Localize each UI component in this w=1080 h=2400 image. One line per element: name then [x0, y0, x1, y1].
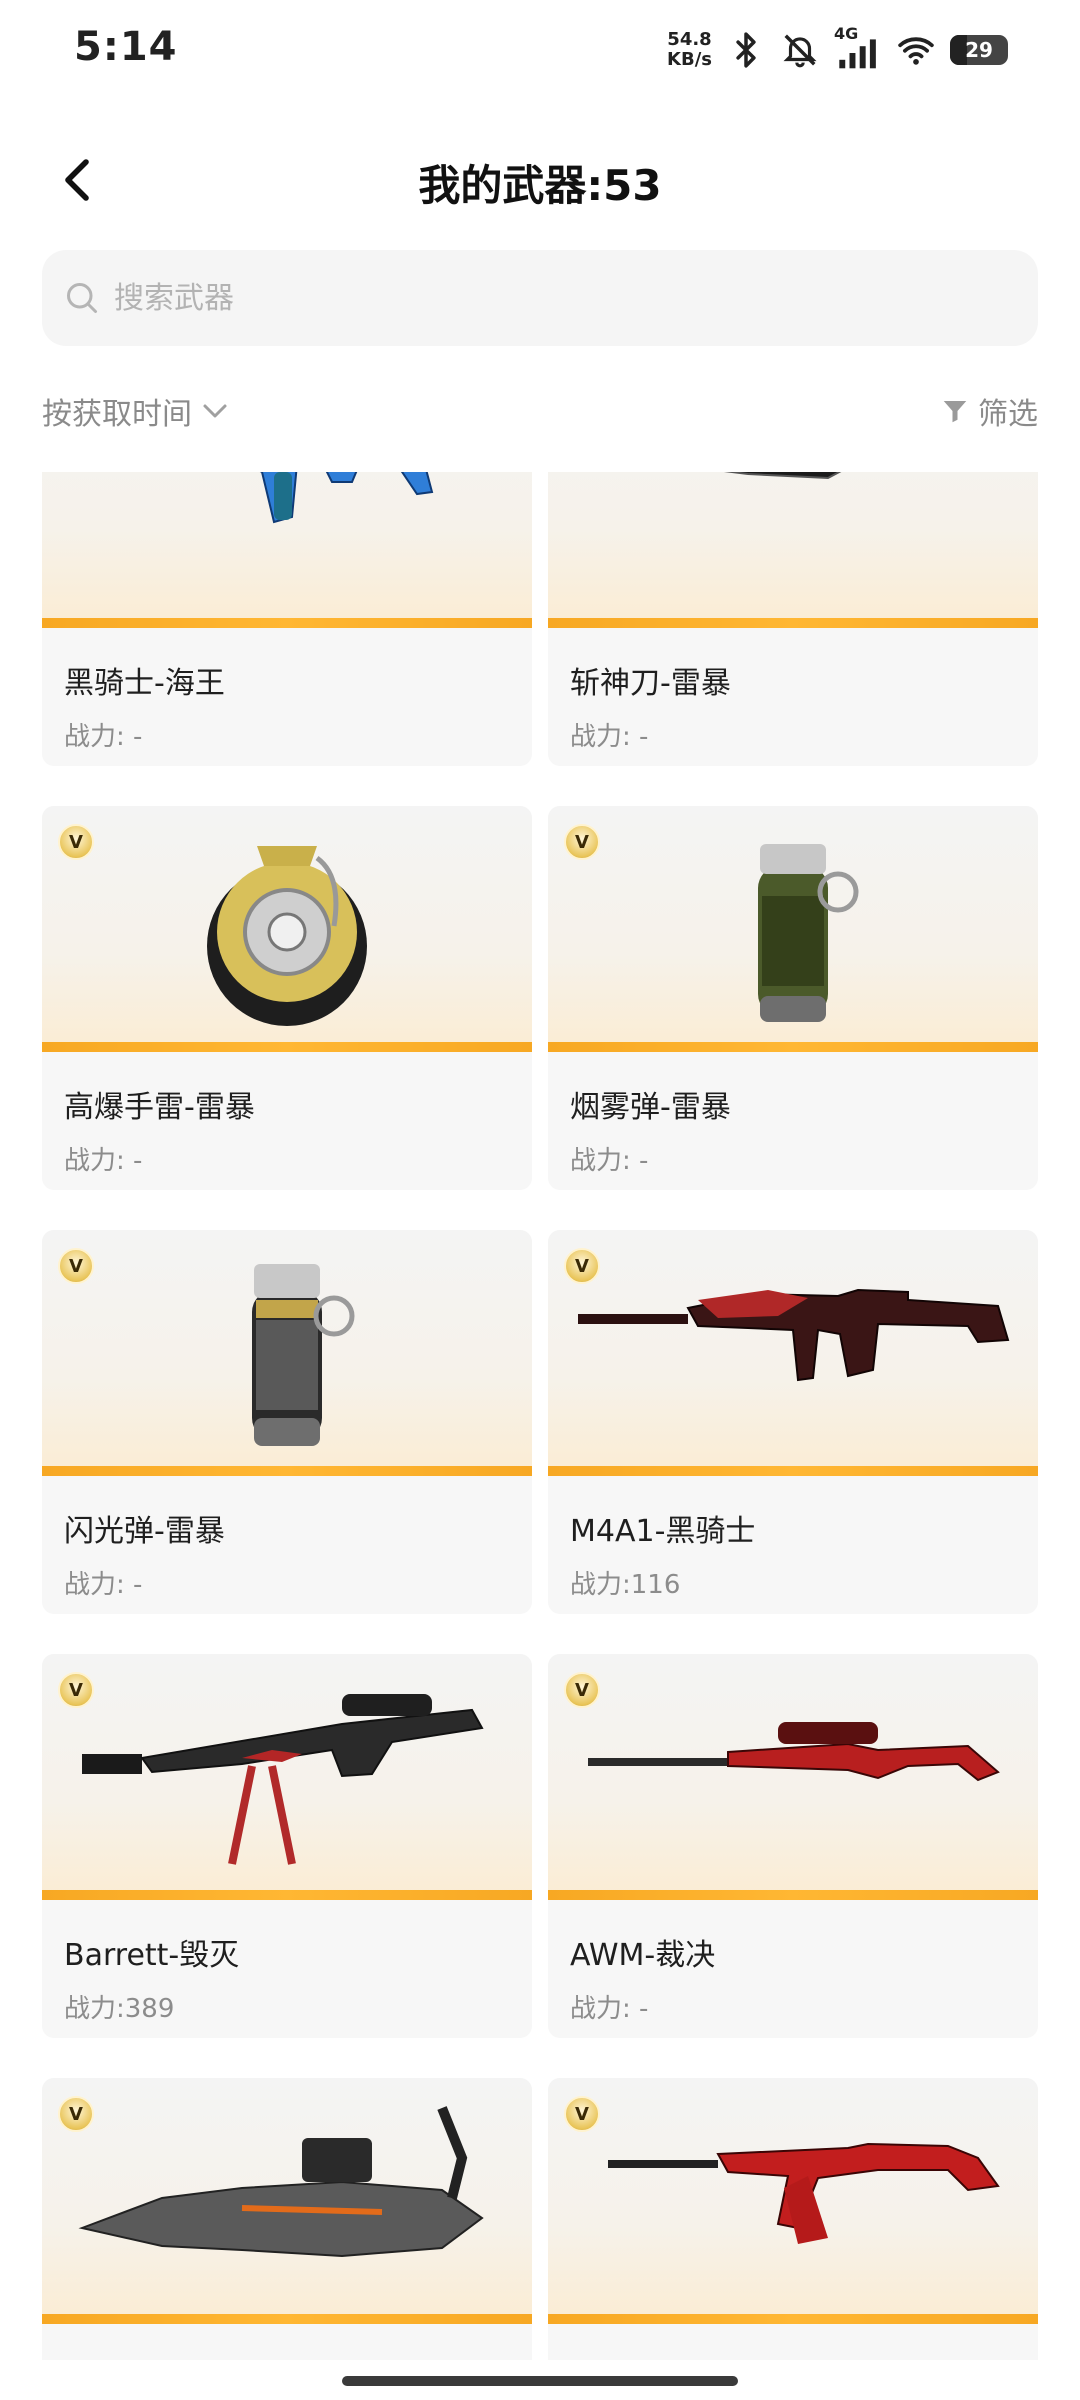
weapon-card[interactable]: V AWM-裁决 战力: - [548, 1654, 1038, 2038]
weapon-art [42, 806, 532, 1052]
weapon-power: 战力: - [570, 722, 649, 752]
weapon-card[interactable]: V 闪光弹-雷暴 战力: - [42, 1230, 532, 1614]
network-speed-value: 54.8 [667, 29, 712, 50]
bluetooth-icon [726, 30, 766, 70]
vip-badge-icon: V [564, 1672, 600, 1708]
weapon-image: V [548, 1230, 1038, 1476]
weapon-image: V [548, 806, 1038, 1052]
weapon-power: 战力: - [570, 1146, 649, 1176]
sort-filter-bar: 按获取时间 筛选 [42, 386, 1038, 436]
sort-dropdown[interactable]: 按获取时间 [42, 389, 230, 433]
weapon-card[interactable]: 黑骑士-海王 战力: - [42, 472, 532, 766]
weapon-art [42, 472, 532, 628]
search-icon [62, 278, 102, 318]
weapon-card[interactable]: V 烟雾弹-雷暴 战力: - [548, 806, 1038, 1190]
weapon-power: 战力: - [64, 1570, 143, 1600]
weapon-card[interactable]: 斩神刀-雷暴 战力: - [548, 472, 1038, 766]
filter-button[interactable]: 筛选 [940, 389, 1038, 433]
chevron-down-icon [203, 404, 227, 418]
weapon-grid: 黑骑士-海王 战力: - 斩神刀-雷暴 战力: - V 高爆手雷-雷暴 战力: … [42, 472, 1038, 2360]
weapon-art [42, 1230, 532, 1476]
home-indicator[interactable] [342, 2376, 738, 2386]
sort-label: 按获取时间 [42, 397, 192, 432]
weapon-power: 战力: - [64, 1146, 143, 1176]
network-speed-unit: KB/s [667, 49, 712, 70]
weapon-name: 烟雾弹-雷暴 [570, 1090, 731, 1125]
weapon-name: AWM-裁决 [570, 1938, 716, 1973]
weapon-image [42, 472, 532, 628]
weapon-card[interactable]: V M4A1-黑骑士 战力:116 [548, 1230, 1038, 1614]
status-icons: 54.8 KB/s 4G 29 [667, 24, 1008, 76]
weapon-name: 闪光弹-雷暴 [64, 1514, 225, 1549]
filter-icon [943, 401, 967, 423]
vip-badge-icon: V [58, 1672, 94, 1708]
wifi-icon [896, 30, 936, 70]
weapon-art [548, 2078, 1038, 2324]
vip-badge-icon: V [564, 1248, 600, 1284]
weapon-name: 黑骑士-海王 [64, 666, 225, 701]
vip-badge-icon: V [564, 824, 600, 860]
weapon-power: 战力:116 [570, 1570, 681, 1600]
search-input[interactable] [114, 280, 914, 316]
weapon-image: V [42, 1654, 532, 1900]
weapon-grid-viewport: 黑骑士-海王 战力: - 斩神刀-雷暴 战力: - V 高爆手雷-雷暴 战力: … [0, 472, 1080, 2360]
signal-icon: 4G [834, 24, 882, 70]
weapon-image [548, 472, 1038, 628]
status-bar: 5:14 54.8 KB/s 4G 29 [0, 0, 1080, 100]
page-header: 我的武器:53 [0, 130, 1080, 230]
weapon-art [548, 806, 1038, 1052]
weapon-image: V [42, 2078, 532, 2324]
weapon-image: V [42, 1230, 532, 1476]
weapon-card[interactable]: V 高爆手雷-雷暴 战力: - [42, 806, 532, 1190]
page-title: 我的武器:53 [418, 161, 662, 210]
weapon-art [548, 1230, 1038, 1476]
weapon-art [42, 2078, 532, 2324]
battery-icon: 29 [950, 35, 1008, 65]
vip-badge-icon: V [58, 2096, 94, 2132]
weapon-power: 战力:389 [64, 1994, 175, 2024]
battery-level: 29 [965, 38, 993, 62]
mute-icon [780, 30, 820, 70]
weapon-art [42, 1654, 532, 1900]
vip-badge-icon: V [58, 1248, 94, 1284]
weapon-art [548, 1654, 1038, 1900]
weapon-card[interactable]: V [548, 2078, 1038, 2360]
weapon-power: 战力: - [64, 722, 143, 752]
weapon-image: V [42, 806, 532, 1052]
weapon-name: Barrett-毁灭 [64, 1938, 240, 1973]
network-speed: 54.8 KB/s [667, 30, 712, 70]
vip-badge-icon: V [564, 2096, 600, 2132]
status-time: 5:14 [74, 24, 178, 70]
weapon-card[interactable]: V [42, 2078, 532, 2360]
weapon-art [548, 472, 1038, 628]
search-box[interactable] [42, 250, 1038, 346]
weapon-image: V [548, 2078, 1038, 2324]
filter-label: 筛选 [978, 397, 1038, 432]
weapon-name: 斩神刀-雷暴 [570, 666, 731, 701]
weapon-image: V [548, 1654, 1038, 1900]
weapon-power: 战力: - [570, 1994, 649, 2024]
vip-badge-icon: V [58, 824, 94, 860]
weapon-card[interactable]: V Barrett-毁灭 战力:389 [42, 1654, 532, 2038]
weapon-name: M4A1-黑骑士 [570, 1514, 756, 1549]
weapon-name: 高爆手雷-雷暴 [64, 1090, 255, 1125]
